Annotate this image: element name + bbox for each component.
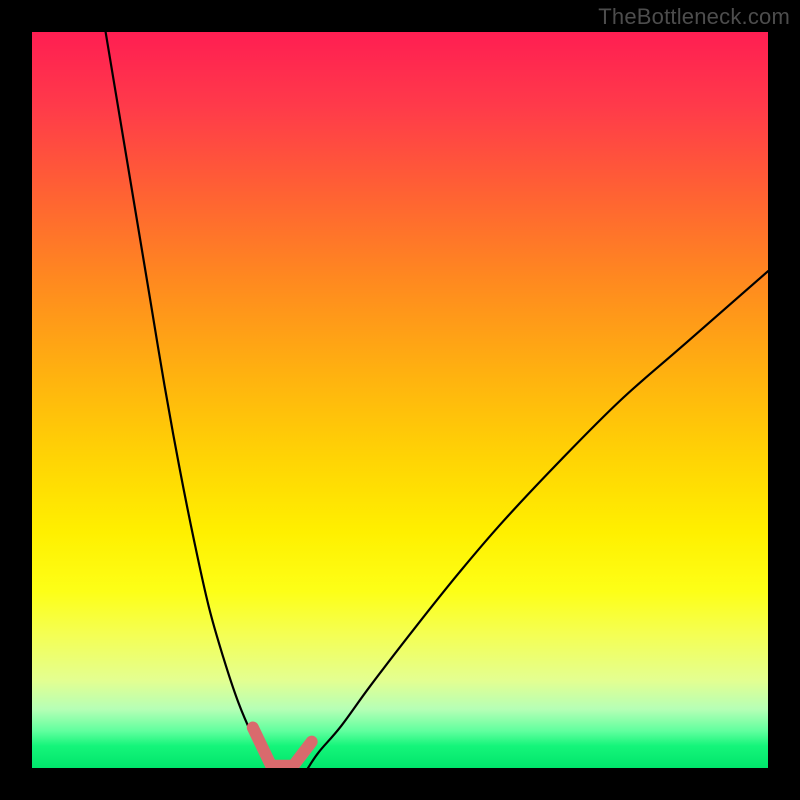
plot-area bbox=[32, 32, 768, 768]
curve-layer bbox=[32, 32, 768, 768]
watermark-text: TheBottleneck.com bbox=[598, 4, 790, 30]
left-curve bbox=[106, 32, 270, 768]
chart-frame: TheBottleneck.com bbox=[0, 0, 800, 800]
bottleneck-marker bbox=[253, 728, 312, 766]
right-curve bbox=[308, 271, 768, 768]
